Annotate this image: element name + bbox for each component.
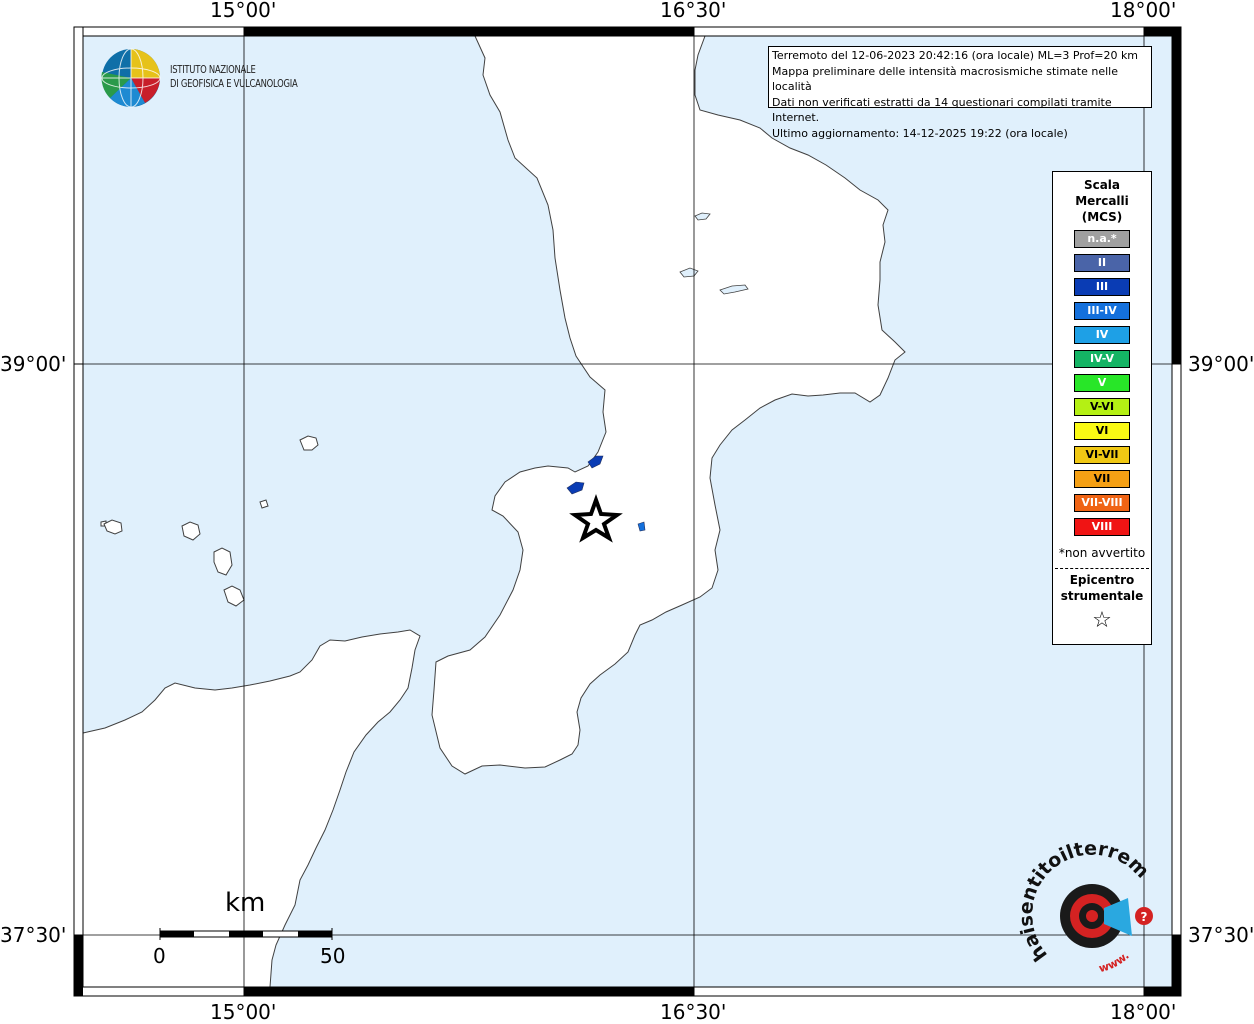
scalebar-end: 50: [320, 944, 346, 968]
legend-title-line2: Mercalli: [1075, 194, 1129, 208]
institute-name: ISTITUTO NAZIONALE DI GEOFISICA E VULCAN…: [170, 63, 298, 91]
lat-label-right-1: 39°00': [1188, 352, 1254, 376]
legend-epicenter-line1: Epicentro: [1069, 573, 1135, 587]
lon-label-bottom-1: 15°00': [210, 1000, 277, 1024]
event-info-line2: Mappa preliminare delle intensità macros…: [772, 64, 1118, 94]
legend-title-line1: Scala: [1083, 178, 1121, 192]
lon-label-bottom-3: 18°00': [1110, 1000, 1177, 1024]
institute-name-line2: DI GEOFISICA E VULCANOLOGIA: [170, 77, 298, 90]
legend-swatch: n.a.*: [1074, 230, 1130, 248]
lon-label-top-2: 16°30': [660, 0, 727, 22]
event-info-line4: Ultimo aggiornamento: 14-12-2025 19:22 (…: [772, 126, 1068, 140]
island-stromboli: [299, 435, 319, 451]
lon-label-bottom-2: 16°30': [660, 1000, 727, 1024]
event-info-box: Terremoto del 12-06-2023 20:42:16 (ora l…: [768, 46, 1152, 140]
lat-label-right-2: 37°30': [1188, 923, 1254, 947]
legend-divider: [1055, 568, 1149, 569]
legend-swatch: IV: [1074, 326, 1130, 344]
legend-swatch: V: [1074, 374, 1130, 392]
legend-swatch: VI: [1074, 422, 1130, 440]
legend-swatch: VII: [1074, 470, 1130, 488]
svg-text:?: ?: [1141, 910, 1148, 924]
legend-swatch: VI-VII: [1074, 446, 1130, 464]
star-icon: ☆: [1092, 608, 1112, 633]
legend-swatch: VIII: [1074, 518, 1130, 536]
event-info-line3: Dati non verificati estratti da 14 quest…: [772, 95, 1112, 125]
lat-label-left-1: 39°00': [0, 352, 67, 376]
event-info-line1: Terremoto del 12-06-2023 20:42:16 (ora l…: [772, 49, 1139, 62]
lat-label-left-2: 37°30': [0, 923, 67, 947]
legend-swatch: III: [1074, 278, 1130, 296]
mcs-legend: Scala Mercalli (MCS) n.a.* II III III-IV IV I…: [1052, 171, 1152, 645]
legend-swatch: III-IV: [1074, 302, 1130, 320]
legend-note: *non avvertito: [1058, 546, 1146, 560]
legend-swatch: IV-V: [1074, 350, 1130, 368]
legend-title: Scala Mercalli (MCS): [1053, 177, 1151, 225]
institute-name-line1: ISTITUTO NAZIONALE: [170, 63, 256, 76]
legend-epicenter-title: Epicentro strumentale: [1053, 572, 1151, 604]
legend-swatch: II: [1074, 254, 1130, 272]
scalebar-start: 0: [153, 944, 166, 968]
lon-label-top-3: 18°00': [1110, 0, 1177, 22]
legend-swatch: VII-VIII: [1074, 494, 1130, 512]
legend-title-line3: (MCS): [1081, 210, 1123, 224]
island-panarea: [259, 499, 269, 509]
lon-label-top-1: 15°00': [210, 0, 277, 22]
scalebar-unit: km: [225, 888, 266, 918]
legend-epicenter-line2: strumentale: [1060, 589, 1144, 603]
legend-swatch: V-VI: [1074, 398, 1130, 416]
